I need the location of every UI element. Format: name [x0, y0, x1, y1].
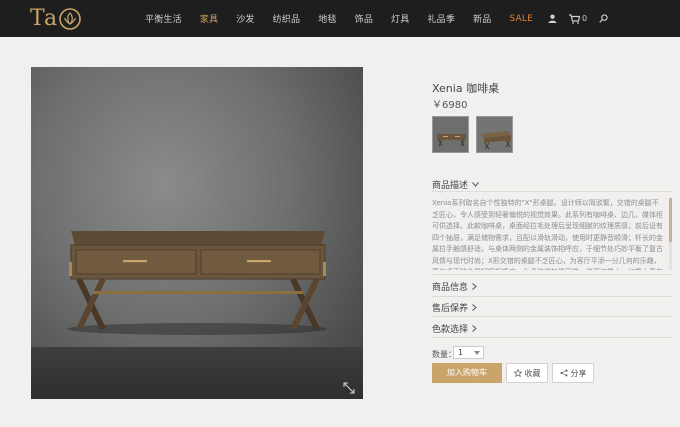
nav-item-new[interactable]: 新品 — [473, 12, 491, 25]
star-icon — [513, 369, 522, 377]
main-nav: 平衡生活 家具 沙发 纺织品 地毯 饰品 灯具 礼品季 新品 SALE — [145, 0, 551, 37]
search-icon[interactable] — [599, 14, 608, 23]
chevron-down-icon — [472, 182, 479, 187]
description-scroll-thumb[interactable] — [669, 198, 672, 242]
favorite-label: 收藏 — [524, 368, 541, 378]
product-price: ￥6980 — [432, 100, 468, 111]
header-icons: 0 — [548, 0, 608, 37]
after-sales-label: 售后保养 — [432, 304, 469, 314]
color-selection-toggle[interactable]: 色款选择 — [432, 322, 477, 335]
product-thumbnail-front[interactable] — [432, 116, 469, 153]
cart-count: 0 — [582, 14, 588, 23]
product-main-image[interactable] — [31, 67, 363, 399]
quantity-select[interactable]: 1 — [453, 346, 484, 359]
share-label: 分享 — [570, 368, 587, 378]
product-info-toggle[interactable]: 商品信息 — [432, 280, 477, 293]
nav-item-decor[interactable]: 饰品 — [355, 12, 373, 25]
nav-item-textiles[interactable]: 纺织品 — [273, 12, 301, 25]
nav-item-gift-season[interactable]: 礼品季 — [427, 12, 455, 25]
brand-logo[interactable]: Ta — [30, 6, 81, 32]
color-selection-label: 色款选择 — [432, 325, 469, 335]
description-label: 商品描述 — [432, 181, 469, 191]
nav-item-sale[interactable]: SALE — [509, 14, 533, 24]
section-divider — [432, 191, 672, 192]
nav-item-lighting[interactable]: 灯具 — [391, 12, 409, 25]
thumbnail-image — [433, 117, 468, 152]
section-divider — [432, 316, 672, 317]
lotus-logo-icon — [59, 8, 81, 30]
product-thumbnail-angle[interactable] — [476, 116, 513, 153]
nav-item-balanced-life[interactable]: 平衡生活 — [145, 12, 182, 25]
chevron-right-icon — [472, 283, 477, 290]
chevron-right-icon — [472, 325, 477, 332]
cart-icon — [569, 13, 580, 24]
share-button[interactable]: 分享 — [552, 363, 594, 383]
chevron-right-icon — [472, 304, 477, 311]
after-sales-toggle[interactable]: 售后保养 — [432, 301, 477, 314]
quantity-value: 1 — [458, 348, 464, 357]
user-icon[interactable] — [548, 14, 557, 23]
description-toggle[interactable]: 商品描述 — [432, 178, 479, 191]
nav-item-furniture[interactable]: 家具 — [200, 12, 218, 25]
nav-item-sofa[interactable]: 沙发 — [236, 12, 254, 25]
expand-icon[interactable] — [343, 379, 355, 398]
add-to-cart-button[interactable]: 加入购物车 — [432, 363, 502, 383]
share-icon — [559, 369, 568, 377]
coffee-table-illustration — [67, 231, 327, 335]
cart-button[interactable]: 0 — [569, 13, 588, 24]
product-description: Xenia系列取名自个性独特的"X"形桌腿。设计师以简驳繁，交错的桌腿不乏匠心，… — [432, 199, 663, 270]
section-divider — [432, 274, 672, 275]
product-info-label: 商品信息 — [432, 283, 469, 293]
logo-text: Ta — [30, 6, 59, 31]
dropdown-caret-icon — [474, 351, 480, 355]
thumbnail-image — [477, 117, 512, 152]
favorite-button[interactable]: 收藏 — [506, 363, 548, 383]
product-title: Xenia 咖啡桌 — [432, 82, 500, 95]
section-divider — [432, 337, 672, 338]
top-navigation-bar: Ta 平衡生活 家具 沙发 纺织品 地毯 饰品 灯具 礼品季 新品 SALE 0 — [0, 0, 680, 37]
section-divider — [432, 296, 672, 297]
nav-item-rugs[interactable]: 地毯 — [318, 12, 336, 25]
